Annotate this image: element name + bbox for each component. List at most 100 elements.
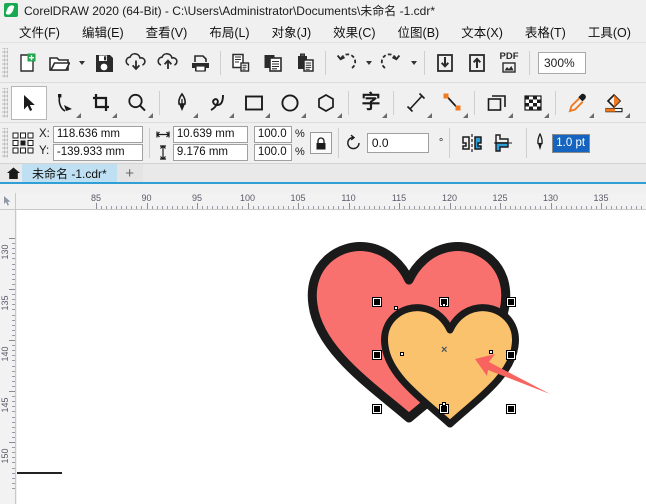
ruler-h-minor-tick xyxy=(424,206,426,209)
new-document-button[interactable] xyxy=(11,47,43,79)
eyedropper-flyout-icon[interactable] xyxy=(589,112,594,118)
size-fields: 10.639 mm 9.176 mm xyxy=(172,125,248,161)
paste-button[interactable] xyxy=(289,47,321,79)
pick-tool-icon[interactable] xyxy=(11,85,47,120)
connector-tool-flyout-icon[interactable] xyxy=(463,112,468,118)
scale-y-input[interactable]: 100.0 xyxy=(253,143,292,161)
menu-tools[interactable]: 工具(O) xyxy=(577,20,642,43)
pen-tool-icon[interactable] xyxy=(164,86,200,120)
drawing-canvas[interactable]: × xyxy=(17,210,646,504)
zoom-level-input[interactable]: 300% xyxy=(538,51,586,74)
scale-x-input[interactable]: 100.0 xyxy=(253,125,292,143)
zoom-tool-flyout-icon[interactable] xyxy=(148,112,153,118)
menu-bitmap[interactable]: 位图(B) xyxy=(387,20,451,43)
horizontal-ruler[interactable]: 85 90 95 100 105 110 115 120 125 130 135 xyxy=(16,193,646,210)
tools-toolbar-grip[interactable] xyxy=(2,87,8,118)
fill-tool-flyout-icon[interactable] xyxy=(625,112,630,118)
selection-handle-bottom-left[interactable] xyxy=(372,404,382,414)
shape-tool-flyout-icon[interactable] xyxy=(76,112,81,118)
selection-handle-bottom-right[interactable] xyxy=(506,404,516,414)
cloud-upload-button[interactable] xyxy=(152,47,184,79)
ruler-v-major-tick xyxy=(9,340,15,341)
shape-tool-icon[interactable] xyxy=(47,86,83,120)
menu-text[interactable]: 文本(X) xyxy=(450,20,514,43)
redo-dropdown[interactable] xyxy=(407,47,420,79)
menu-file[interactable]: 文件(F) xyxy=(8,20,71,43)
text-tool-flyout-icon[interactable] xyxy=(382,112,387,118)
import-button[interactable] xyxy=(429,47,461,79)
vertical-ruler[interactable]: 130 135 140 145 150 xyxy=(0,193,16,504)
redo-button[interactable] xyxy=(375,47,407,79)
dimension-tool-flyout-icon[interactable] xyxy=(427,112,432,118)
cut-button[interactable] xyxy=(225,47,257,79)
transparency-flyout-icon[interactable] xyxy=(544,112,549,118)
ruler-h-minor-tick xyxy=(116,206,118,209)
text-tool-icon[interactable]: 字 xyxy=(353,86,389,120)
home-icon[interactable] xyxy=(4,164,22,182)
selection-handle-middle-left[interactable] xyxy=(372,350,382,360)
menu-layout[interactable]: 布局(L) xyxy=(198,20,260,43)
pen-tool-flyout-icon[interactable] xyxy=(193,112,198,118)
menu-object[interactable]: 对象(J) xyxy=(261,20,323,43)
print-button[interactable] xyxy=(184,47,216,79)
selection-handle-top-right[interactable] xyxy=(506,297,516,307)
new-document-tab-button[interactable]: + xyxy=(116,164,143,182)
menu-edit[interactable]: 编辑(E) xyxy=(71,20,135,43)
undo-dropdown[interactable] xyxy=(362,47,375,79)
drop-shadow-flyout-icon[interactable] xyxy=(508,112,513,118)
publish-pdf-button[interactable]: PDF xyxy=(493,47,525,79)
rectangle-tool-icon[interactable] xyxy=(236,86,272,120)
crop-tool-icon[interactable] xyxy=(83,86,119,120)
ruler-h-minor-tick xyxy=(237,206,239,209)
menu-table[interactable]: 表格(T) xyxy=(514,20,577,43)
undo-button[interactable] xyxy=(330,47,362,79)
rectangle-tool-flyout-icon[interactable] xyxy=(265,112,270,118)
artistic-media-flyout-icon[interactable] xyxy=(229,112,234,118)
connector-tool-icon[interactable] xyxy=(434,86,470,120)
drop-shadow-tool-icon[interactable] xyxy=(479,86,515,120)
selection-handle-top-left[interactable] xyxy=(372,297,382,307)
outline-width-input[interactable]: 1.0 pt xyxy=(552,133,591,153)
polygon-tool-flyout-icon[interactable] xyxy=(337,112,342,118)
ruler-corner[interactable] xyxy=(0,193,16,210)
object-height-input[interactable]: 9.176 mm xyxy=(172,143,248,161)
path-node-left-lower[interactable] xyxy=(400,352,404,356)
ruler-v-minor-tick xyxy=(12,487,15,489)
document-tab[interactable]: 未命名 -1.cdr* xyxy=(22,164,117,182)
color-eyedropper-tool-icon[interactable] xyxy=(560,86,596,120)
lock-ratio-button[interactable] xyxy=(309,132,332,154)
export-button[interactable] xyxy=(461,47,493,79)
ruler-h-minor-tick xyxy=(535,206,537,209)
property-bar-grip[interactable] xyxy=(2,128,8,158)
artistic-media-tool-icon[interactable] xyxy=(200,86,236,120)
toolbar-grip[interactable] xyxy=(2,47,8,78)
open-document-dropdown[interactable] xyxy=(75,47,88,79)
path-node-left-upper[interactable] xyxy=(394,306,398,310)
ruler-v-minor-tick xyxy=(12,273,15,275)
ruler-h-minor-tick xyxy=(555,206,557,209)
save-document-button[interactable] xyxy=(88,47,120,79)
transparency-tool-icon[interactable] xyxy=(515,86,551,120)
object-width-input[interactable]: 10.639 mm xyxy=(172,125,248,143)
menu-view[interactable]: 查看(V) xyxy=(135,20,199,43)
open-document-button[interactable] xyxy=(43,47,75,79)
zoom-tool-icon[interactable] xyxy=(119,86,155,120)
ellipse-tool-icon[interactable] xyxy=(272,86,308,120)
menu-effects[interactable]: 效果(C) xyxy=(322,20,386,43)
dimension-tool-icon[interactable] xyxy=(398,86,434,120)
path-node-top-center[interactable] xyxy=(442,303,446,307)
polygon-tool-icon[interactable] xyxy=(308,86,344,120)
cloud-download-button[interactable] xyxy=(120,47,152,79)
crop-tool-flyout-icon[interactable] xyxy=(112,112,117,118)
mirror-horizontal-button[interactable] xyxy=(456,127,488,159)
selection-handle-bottom-center[interactable] xyxy=(439,404,449,414)
copy-button[interactable] xyxy=(257,47,289,79)
object-y-input[interactable]: -139.933 mm xyxy=(52,143,143,161)
ellipse-tool-flyout-icon[interactable] xyxy=(301,112,306,118)
ruler-h-minor-tick xyxy=(252,206,254,209)
object-x-input[interactable]: 118.636 mm xyxy=(52,125,143,143)
path-node-bottom[interactable] xyxy=(442,402,446,406)
mirror-vertical-button[interactable] xyxy=(488,127,520,159)
interactive-fill-tool-icon[interactable] xyxy=(596,86,632,120)
rotation-angle-input[interactable]: 0.0 xyxy=(366,133,429,153)
